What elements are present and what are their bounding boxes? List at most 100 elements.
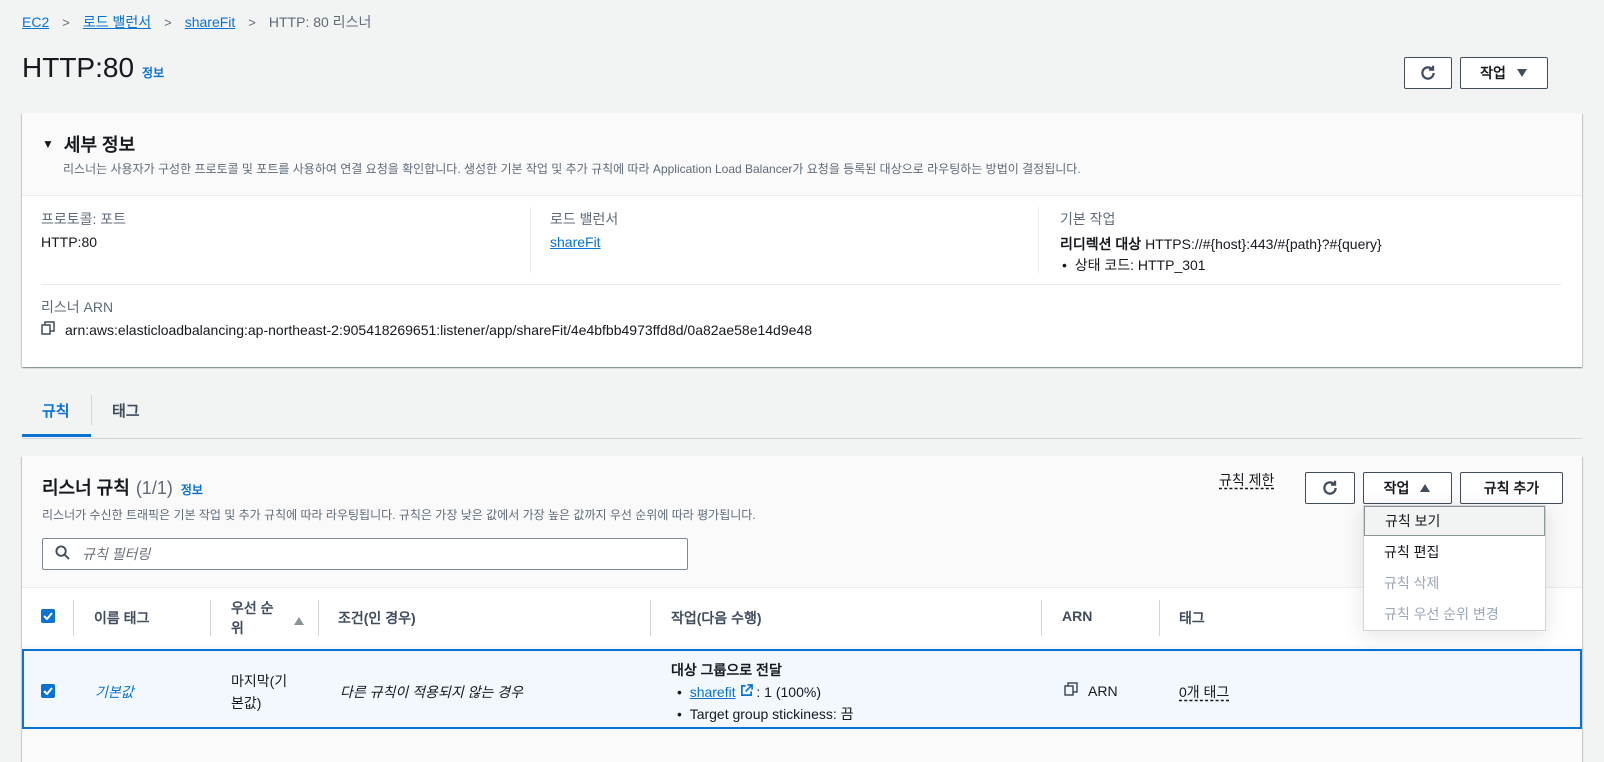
column-tags[interactable]: 태그: [1179, 608, 1205, 628]
load-balancer-link[interactable]: shareFit: [550, 234, 601, 250]
row-priority-line2: 본값): [231, 695, 262, 711]
row-action: 대상 그룹으로 전달 • sharefit : 1 (100%) • Targe…: [671, 659, 854, 725]
tab-separator: [91, 395, 92, 425]
column-divider: [73, 600, 74, 636]
tab-baseline: [22, 438, 1582, 439]
copy-icon[interactable]: [1064, 682, 1078, 699]
row-arn: ARN: [1064, 682, 1118, 699]
redirect-value: HTTPS://#{host}:443/#{path}?#{query}: [1145, 236, 1382, 252]
caret-down-icon: [1516, 68, 1528, 78]
sort-ascending-icon[interactable]: [294, 612, 304, 628]
row-priority-line1: 마지막(기: [231, 673, 288, 689]
breadcrumb-sharefit[interactable]: shareFit: [185, 14, 236, 30]
column-divider: [650, 600, 651, 636]
details-header: ▼ 세부 정보 리스너는 사용자가 구성한 프로토콜 및 포트를 사용하여 연결…: [22, 113, 1582, 196]
menu-item-view-rules[interactable]: 규칙 보기: [1364, 506, 1545, 536]
breadcrumb-ec2[interactable]: EC2: [22, 14, 49, 30]
caret-down-icon: ▼: [42, 137, 54, 151]
chevron-right-icon: >: [248, 14, 256, 30]
page-title: HTTP:80 정보: [22, 52, 164, 84]
column-priority-line1: 우선 순: [231, 600, 274, 616]
column-conditions[interactable]: 조건(인 경우): [338, 608, 416, 628]
rules-table-header: 이름 태그 우선 순 위 조건(인 경우) 작업(다음 수행) ARN 태그: [22, 587, 1582, 645]
protocol-port-value: HTTP:80: [41, 234, 98, 250]
column-name-tag[interactable]: 이름 태그: [94, 608, 149, 628]
tab-tags[interactable]: 태그: [112, 400, 140, 421]
info-link[interactable]: 정보: [142, 64, 164, 81]
rules-title-text: 리스너 규칙: [42, 478, 130, 498]
caret-up-icon: [1419, 483, 1431, 493]
breadcrumb-load-balancers[interactable]: 로드 밸런서: [83, 12, 151, 32]
rules-actions-menu: 규칙 보기 규칙 편집 규칙 삭제 규칙 우선 순위 변경: [1363, 505, 1546, 631]
target-weight: : 1 (100%): [756, 684, 821, 700]
breadcrumb-current: HTTP: 80 리스너: [268, 14, 372, 30]
add-rule-label: 규칙 추가: [1483, 480, 1540, 496]
refresh-icon: [1321, 479, 1339, 497]
row-checkbox[interactable]: [41, 684, 55, 698]
external-link-icon[interactable]: [740, 684, 757, 700]
bullet: •: [1062, 257, 1075, 273]
rules-actions-button[interactable]: 작업: [1363, 472, 1452, 504]
details-description: 리스너는 사용자가 구성한 프로토콜 및 포트를 사용하여 연결 요청을 확인합…: [63, 162, 1081, 176]
table-row[interactable]: 기본값 마지막(기 본값) 다른 규칙이 적용되지 않는 경우 대상 그룹으로 …: [22, 649, 1582, 729]
stickiness-text: Target group stickiness: 끔: [689, 706, 854, 722]
listener-arn-label: 리스너 ARN: [41, 299, 114, 315]
page-title-text: HTTP:80: [22, 52, 135, 83]
column-priority[interactable]: 우선 순 위: [231, 598, 274, 638]
listener-arn-row: arn:aws:elasticloadbalancing:ap-northeas…: [41, 321, 812, 338]
tab-rules[interactable]: 규칙: [42, 400, 70, 421]
breadcrumb: EC2 > 로드 밸런서 > shareFit > HTTP: 80 리스너: [22, 12, 371, 32]
column-arn[interactable]: ARN: [1062, 608, 1092, 624]
rules-refresh-button[interactable]: [1305, 472, 1355, 504]
rule-limits-link[interactable]: 규칙 제한: [1219, 470, 1274, 490]
target-group-link[interactable]: sharefit: [690, 684, 736, 700]
status-code-label: 상태 코드:: [1074, 257, 1134, 273]
select-all-checkbox[interactable]: [41, 609, 55, 623]
chevron-right-icon: >: [164, 14, 172, 30]
status-code-value: HTTP_301: [1137, 257, 1206, 273]
chevron-right-icon: >: [62, 14, 70, 30]
menu-item-edit-rules[interactable]: 규칙 편집: [1364, 537, 1545, 567]
row-priority: 마지막(기 본값): [231, 670, 287, 714]
row-stickiness: • Target group stickiness: 끔: [671, 703, 854, 725]
row-condition: 다른 규칙이 적용되지 않는 경우: [340, 684, 523, 700]
column-actions[interactable]: 작업(다음 수행): [671, 608, 762, 628]
copy-icon[interactable]: [41, 321, 55, 338]
page-actions-label: 작업: [1480, 65, 1506, 81]
column-divider: [1041, 600, 1042, 636]
redirect-label: 리디렉션 대상: [1060, 236, 1142, 252]
tab-active-indicator: [22, 434, 91, 437]
row-name: 기본값: [95, 684, 134, 700]
redirect-line: 리디렉션 대상 HTTPS://#{host}:443/#{path}?#{qu…: [1060, 234, 1382, 254]
column-priority-line2: 위: [231, 620, 244, 636]
bullet: •: [677, 684, 690, 700]
rules-count: (1/1): [135, 478, 173, 498]
row-action-title: 대상 그룹으로 전달: [671, 662, 782, 678]
protocol-port-label: 프로토콜: 포트: [41, 211, 127, 227]
refresh-icon: [1419, 64, 1437, 82]
rule-filter-field[interactable]: [42, 538, 688, 570]
details-title: 세부 정보: [63, 135, 136, 155]
menu-item-delete-rules: 규칙 삭제: [1384, 575, 1440, 591]
details-panel: ▼ 세부 정보 리스너는 사용자가 구성한 프로토콜 및 포트를 사용하여 연결…: [22, 113, 1582, 367]
rules-actions-label: 작업: [1383, 480, 1410, 496]
refresh-button[interactable]: [1404, 57, 1452, 89]
rules-info-link[interactable]: 정보: [181, 481, 203, 498]
bullet: •: [677, 706, 690, 722]
load-balancer-label: 로드 밸런서: [550, 211, 619, 227]
row-action-target: • sharefit : 1 (100%): [671, 681, 854, 703]
details-toggle[interactable]: ▼ 세부 정보: [42, 131, 135, 157]
search-icon: [55, 545, 70, 563]
row-arn-label: ARN: [1088, 682, 1118, 699]
add-rule-button[interactable]: 규칙 추가: [1460, 472, 1563, 504]
rule-filter-input[interactable]: [80, 545, 660, 563]
divider: [530, 207, 531, 273]
divider: [41, 284, 1561, 285]
column-divider: [1159, 600, 1160, 636]
divider: [1038, 207, 1039, 273]
default-action-label: 기본 작업: [1060, 211, 1116, 227]
rules-description: 리스너가 수신한 트래픽은 기본 작업 및 추가 규칙에 따라 라우팅됩니다. …: [42, 508, 756, 522]
page-actions-button[interactable]: 작업: [1460, 57, 1548, 89]
row-tags[interactable]: 0개 태그: [1179, 682, 1229, 702]
listener-arn-value: arn:aws:elasticloadbalancing:ap-northeas…: [65, 321, 812, 338]
